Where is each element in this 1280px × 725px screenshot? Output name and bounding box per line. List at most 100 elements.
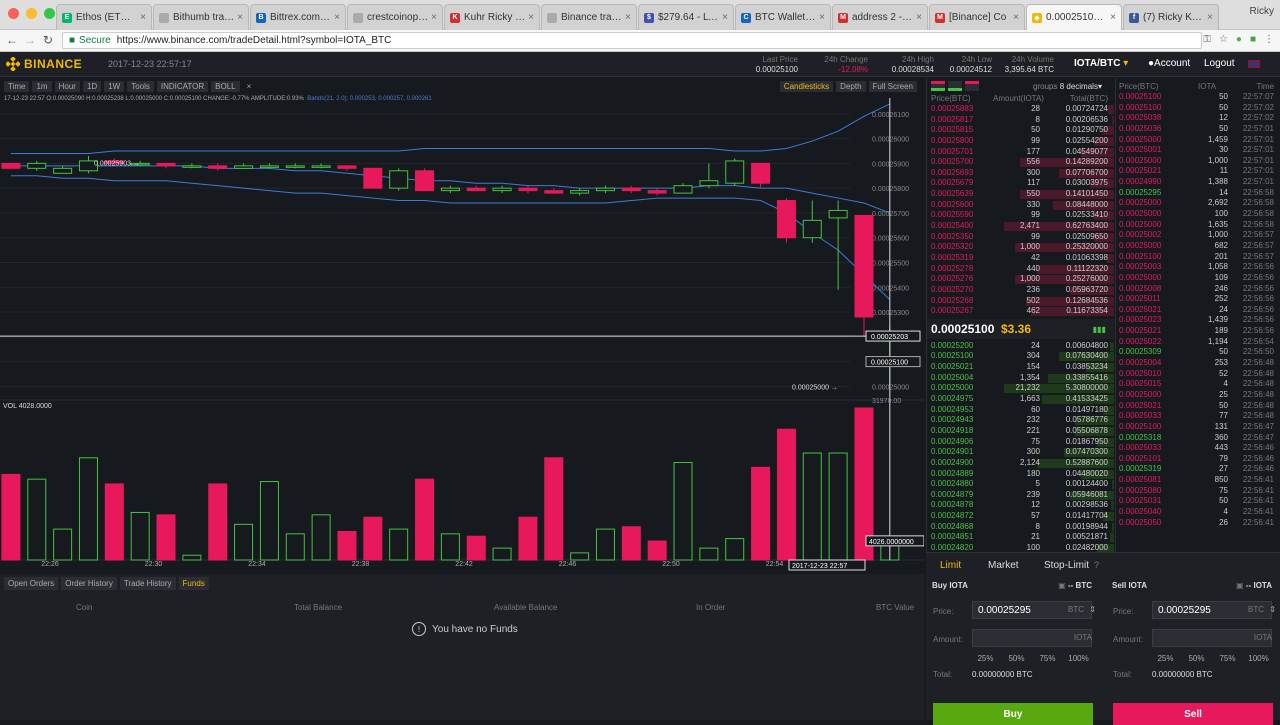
- percent-button[interactable]: 50%: [1004, 654, 1029, 663]
- bid-row[interactable]: 0.00024872 57 0.01417704: [927, 511, 1114, 522]
- bid-row[interactable]: 0.00024900 2,124 0.52887600: [927, 458, 1114, 469]
- percent-button[interactable]: 75%: [1035, 654, 1060, 663]
- account-link[interactable]: ●Account: [1148, 58, 1190, 69]
- close-tab-icon[interactable]: ×: [1207, 12, 1213, 23]
- chart-tool-button[interactable]: 1m: [32, 80, 52, 92]
- bid-row[interactable]: 0.00025004 1,354 0.33855416: [927, 373, 1114, 384]
- extension-icon[interactable]: ■: [1250, 34, 1256, 45]
- ask-row[interactable]: 0.00025278 440 0.11122320: [927, 264, 1114, 275]
- ask-row[interactable]: 0.00025883 28 0.00724724: [927, 104, 1114, 115]
- chart-view-button[interactable]: Candlesticks: [779, 80, 834, 92]
- maximize-window-icon[interactable]: [44, 8, 55, 19]
- ask-row[interactable]: 0.00025267 462 0.11673354: [927, 306, 1114, 317]
- forward-icon[interactable]: →: [22, 33, 38, 47]
- close-tab-icon[interactable]: ×: [237, 12, 243, 23]
- percent-button[interactable]: 25%: [1153, 654, 1178, 663]
- chart-view-button[interactable]: Full Screen: [868, 80, 917, 92]
- info-icon[interactable]: ?: [1094, 560, 1099, 570]
- pair-selector[interactable]: IOTA/BTC ▾: [1074, 58, 1128, 69]
- browser-tab[interactable]: B Bittrex.com - W×: [250, 4, 346, 30]
- percent-button[interactable]: 75%: [1215, 654, 1240, 663]
- bid-row[interactable]: 0.00024851 21 0.00521871: [927, 532, 1114, 543]
- close-tab-icon[interactable]: ×: [334, 12, 340, 23]
- order-type-tab[interactable]: Market: [988, 560, 1019, 571]
- bottom-tab[interactable]: Trade History: [119, 577, 176, 590]
- chart-view-button[interactable]: Depth: [836, 80, 866, 92]
- close-tab-icon[interactable]: ×: [625, 12, 631, 23]
- groups-selector[interactable]: groups 8 decimals▾: [1033, 82, 1102, 91]
- percent-button[interactable]: 100%: [1246, 654, 1271, 663]
- bid-row[interactable]: 0.00024889 180 0.04480020: [927, 469, 1114, 480]
- order-type-tab[interactable]: Limit: [940, 560, 961, 571]
- star-icon[interactable]: ☆: [1219, 34, 1228, 45]
- view-asks-icon[interactable]: [965, 81, 979, 91]
- bid-row[interactable]: 0.00024953 60 0.01497180: [927, 405, 1114, 416]
- ask-row[interactable]: 0.00025800 99 0.02554200: [927, 136, 1114, 147]
- bottom-tab[interactable]: Order History: [61, 577, 117, 590]
- ask-row[interactable]: 0.00025679 117 0.03003975: [927, 178, 1114, 189]
- buy-button[interactable]: Buy: [933, 703, 1093, 725]
- ask-row[interactable]: 0.00025319 42 0.01063398: [927, 253, 1114, 264]
- ask-row[interactable]: 0.00025700 556 0.14289200: [927, 157, 1114, 168]
- chart-tool-button[interactable]: Time: [4, 80, 30, 92]
- close-tab-icon[interactable]: ×: [722, 12, 728, 23]
- bid-row[interactable]: 0.00024879 239 0.05946081: [927, 490, 1114, 501]
- browser-tab[interactable]: f (7) Ricky Kuhr ×: [1123, 4, 1219, 30]
- bid-row[interactable]: 0.00024880 5 0.00124400: [927, 479, 1114, 490]
- browser-profile[interactable]: Ricky: [1250, 6, 1274, 17]
- browser-tab[interactable]: K Kuhr Ricky | Fin×: [444, 4, 540, 30]
- bid-row[interactable]: 0.00024868 8 0.00198944: [927, 522, 1114, 533]
- ask-row[interactable]: 0.00025276 1,000 0.25276000: [927, 274, 1114, 285]
- bottom-tab[interactable]: Open Orders: [4, 577, 59, 590]
- bid-row[interactable]: 0.00024943 232 0.05786776: [927, 415, 1114, 426]
- bid-row[interactable]: 0.00025021 154 0.03853234: [927, 362, 1114, 373]
- bid-row[interactable]: 0.00025200 24 0.00604800: [927, 341, 1114, 352]
- close-tab-icon[interactable]: ×: [1110, 12, 1116, 23]
- price-chart[interactable]: 0.00026100 0.00026000 0.00025900 0.00025800…: [0, 78, 924, 574]
- close-window-icon[interactable]: [8, 8, 19, 19]
- close-tab-icon[interactable]: ×: [916, 12, 922, 23]
- chart-tool-button[interactable]: INDICATOR: [156, 80, 209, 92]
- ask-row[interactable]: 0.00025350 99 0.02509650: [927, 232, 1114, 243]
- percent-button[interactable]: 100%: [1066, 654, 1091, 663]
- minimize-window-icon[interactable]: [26, 8, 37, 19]
- close-tab-icon[interactable]: ×: [528, 12, 534, 23]
- ask-row[interactable]: 0.00025815 50 0.01290750: [927, 125, 1114, 136]
- ask-row[interactable]: 0.00025590 99 0.02533410: [927, 210, 1114, 221]
- browser-tab[interactable]: E Ethos (ETHOS)×: [56, 4, 152, 30]
- browser-tab[interactable]: $ $279.64 - LTC ×: [638, 4, 734, 30]
- view-bids-icon[interactable]: [948, 81, 962, 91]
- address-bar[interactable]: ■ Secure https://www.binance.com/tradeDe…: [62, 32, 1202, 49]
- extension-icon[interactable]: ●: [1236, 34, 1242, 45]
- browser-tab[interactable]: Maddress 2 - kuh×: [832, 4, 928, 30]
- bid-row[interactable]: 0.00025100 304 0.07630400: [927, 351, 1114, 362]
- browser-tab[interactable]: Bithumb trade ×: [153, 4, 249, 30]
- bid-row[interactable]: 0.00025000 21,232 5.30800000: [927, 383, 1114, 394]
- bid-row[interactable]: 0.00024918 221 0.05506878: [927, 426, 1114, 437]
- percent-button[interactable]: 25%: [973, 654, 998, 663]
- stepper-icon[interactable]: ⇕: [1269, 605, 1276, 614]
- url-text[interactable]: https://www.binance.com/tradeDetail.html…: [117, 35, 392, 46]
- close-tab-icon[interactable]: ×: [140, 12, 146, 23]
- close-tab-icon[interactable]: ×: [1013, 12, 1019, 23]
- reload-icon[interactable]: ↻: [40, 33, 56, 47]
- back-icon[interactable]: ←: [4, 33, 20, 47]
- stepper-icon[interactable]: ⇕: [1089, 605, 1096, 614]
- bid-row[interactable]: 0.00024901 300 0.07470300: [927, 447, 1114, 458]
- bid-row[interactable]: 0.00024975 1,663 0.41533425: [927, 394, 1114, 405]
- chart-tool-button[interactable]: Hour: [54, 80, 80, 92]
- order-type-tab[interactable]: Stop-Limit: [1044, 560, 1089, 571]
- binance-logo[interactable]: BINANCE: [6, 57, 82, 71]
- sell-button[interactable]: Sell: [1113, 703, 1273, 725]
- browser-tab[interactable]: crestcoinoption ×: [347, 4, 443, 30]
- close-tab-icon[interactable]: ×: [431, 12, 437, 23]
- ask-row[interactable]: 0.00025400 2,471 0.62763400: [927, 221, 1114, 232]
- close-tab-icon[interactable]: ×: [819, 12, 825, 23]
- close-indicator-icon[interactable]: ×: [243, 81, 256, 92]
- ask-row[interactable]: 0.00025600 330 0.08448000: [927, 200, 1114, 211]
- chart-tool-button[interactable]: Tools: [127, 80, 154, 92]
- ask-row[interactable]: 0.00025320 1,000 0.25320000: [927, 242, 1114, 253]
- ask-row[interactable]: 0.00025701 177 0.04549077: [927, 147, 1114, 158]
- browser-tab[interactable]: ◆ 0.00025100IOTA×: [1026, 4, 1122, 30]
- browser-tab[interactable]: C BTC Wallet - Co×: [735, 4, 831, 30]
